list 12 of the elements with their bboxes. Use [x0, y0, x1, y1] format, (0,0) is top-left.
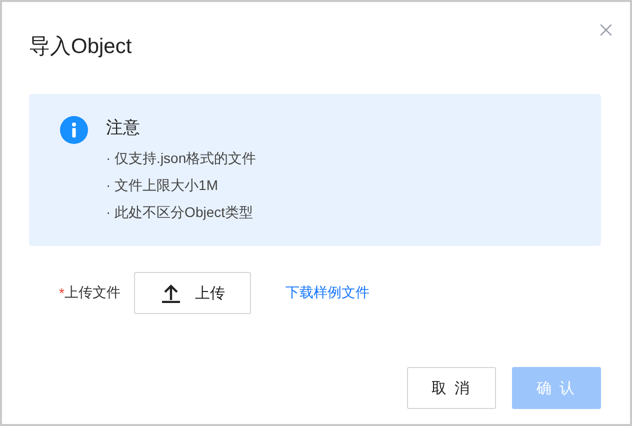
notice-item: · 仅支持.json格式的文件: [106, 149, 256, 168]
upload-button[interactable]: 上传: [134, 272, 252, 314]
info-icon: [60, 116, 88, 144]
upload-icon: [160, 283, 181, 303]
notice-item: · 此处不区分Object类型: [106, 203, 254, 222]
cancel-button[interactable]: 取 消: [407, 367, 496, 409]
field-label: 上传文件: [64, 284, 120, 302]
notice-heading: 注意: [106, 117, 141, 139]
download-sample-link[interactable]: 下载样例文件: [285, 284, 370, 302]
required-mark: *: [59, 285, 64, 301]
dialog-title: 导入Object: [29, 34, 133, 60]
notice-item: · 文件上限大小1M: [106, 176, 219, 195]
